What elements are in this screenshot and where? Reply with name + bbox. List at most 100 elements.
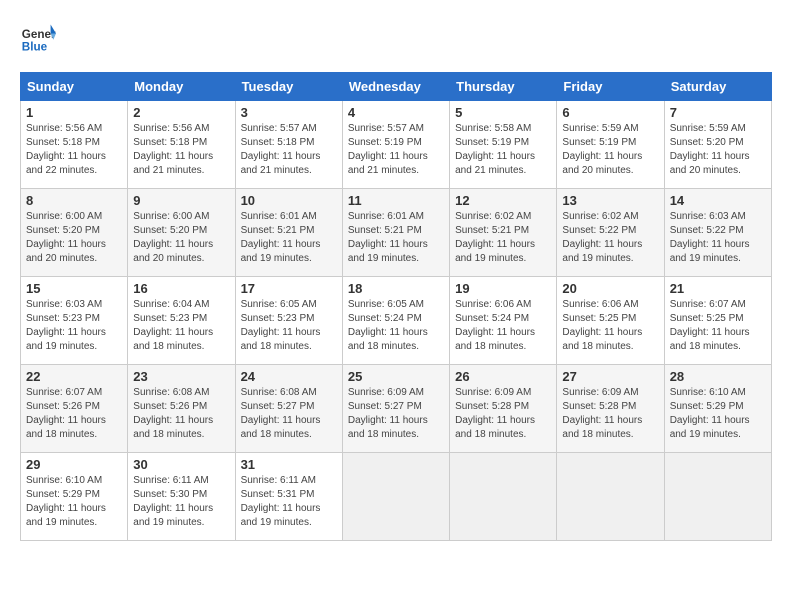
day-header-friday: Friday — [557, 73, 664, 101]
day-info: Sunrise: 6:08 AMSunset: 5:26 PMDaylight:… — [133, 386, 229, 442]
day-info: Sunrise: 6:05 AMSunset: 5:23 PMDaylight:… — [241, 298, 337, 354]
day-header-monday: Monday — [128, 73, 235, 101]
day-info: Sunrise: 6:10 AMSunset: 5:29 PMDaylight:… — [670, 386, 766, 442]
calendar-cell — [450, 453, 557, 541]
day-number: 11 — [348, 193, 444, 208]
day-number: 16 — [133, 281, 229, 296]
calendar-cell: 10 Sunrise: 6:01 AMSunset: 5:21 PMDayligh… — [235, 189, 342, 277]
day-info: Sunrise: 6:07 AMSunset: 5:25 PMDaylight:… — [670, 298, 766, 354]
day-info: Sunrise: 6:11 AMSunset: 5:30 PMDaylight:… — [133, 474, 229, 530]
day-number: 29 — [26, 457, 122, 472]
day-number: 27 — [562, 369, 658, 384]
day-info: Sunrise: 6:04 AMSunset: 5:23 PMDaylight:… — [133, 298, 229, 354]
day-number: 21 — [670, 281, 766, 296]
day-number: 24 — [241, 369, 337, 384]
calendar-week-row: 22 Sunrise: 6:07 AMSunset: 5:26 PMDayligh… — [21, 365, 772, 453]
day-number: 7 — [670, 105, 766, 120]
svg-text:Blue: Blue — [22, 41, 48, 54]
calendar-cell: 24Sunrise: 6:08 AMSunset: 5:27 PMDayligh… — [235, 365, 342, 453]
day-info: Sunrise: 6:09 AMSunset: 5:28 PMDaylight:… — [455, 386, 551, 442]
calendar-cell: 11 Sunrise: 6:01 AMSunset: 5:21 PMDayligh… — [342, 189, 449, 277]
calendar-cell: 1 Sunrise: 5:56 AMSunset: 5:18 PMDaylight… — [21, 101, 128, 189]
calendar-table: SundayMondayTuesdayWednesdayThursdayFrid… — [20, 72, 772, 541]
day-number: 12 — [455, 193, 551, 208]
day-header-saturday: Saturday — [664, 73, 771, 101]
day-info: Sunrise: 6:11 AMSunset: 5:31 PMDaylight:… — [241, 474, 337, 530]
day-number: 9 — [133, 193, 229, 208]
day-info: Sunrise: 5:57 AMSunset: 5:18 PMDaylight:… — [241, 122, 337, 178]
day-info: Sunrise: 5:59 AMSunset: 5:19 PMDaylight:… — [562, 122, 658, 178]
day-info: Sunrise: 6:01 AMSunset: 5:21 PMDaylight:… — [241, 210, 337, 266]
day-info: Sunrise: 6:00 AMSunset: 5:20 PMDaylight:… — [26, 210, 122, 266]
day-number: 18 — [348, 281, 444, 296]
calendar-cell: 17Sunrise: 6:05 AMSunset: 5:23 PMDayligh… — [235, 277, 342, 365]
day-number: 23 — [133, 369, 229, 384]
calendar-cell — [342, 453, 449, 541]
calendar-cell: 2Sunrise: 5:56 AMSunset: 5:18 PMDaylight… — [128, 101, 235, 189]
day-number: 22 — [26, 369, 122, 384]
calendar-cell: 31Sunrise: 6:11 AMSunset: 5:31 PMDayligh… — [235, 453, 342, 541]
day-info: Sunrise: 5:56 AMSunset: 5:18 PMDaylight:… — [26, 122, 122, 178]
calendar-cell: 9Sunrise: 6:00 AMSunset: 5:20 PMDaylight… — [128, 189, 235, 277]
page-header: General Blue — [20, 20, 772, 56]
calendar-cell: 27 Sunrise: 6:09 AMSunset: 5:28 PMDayligh… — [557, 365, 664, 453]
calendar-week-row: 15 Sunrise: 6:03 AMSunset: 5:23 PMDayligh… — [21, 277, 772, 365]
calendar-cell: 5 Sunrise: 5:58 AMSunset: 5:19 PMDaylight… — [450, 101, 557, 189]
calendar-cell: 22 Sunrise: 6:07 AMSunset: 5:26 PMDayligh… — [21, 365, 128, 453]
day-number: 8 — [26, 193, 122, 208]
day-number: 2 — [133, 105, 229, 120]
day-number: 14 — [670, 193, 766, 208]
day-number: 13 — [562, 193, 658, 208]
calendar-cell: 26Sunrise: 6:09 AMSunset: 5:28 PMDayligh… — [450, 365, 557, 453]
day-number: 15 — [26, 281, 122, 296]
day-number: 19 — [455, 281, 551, 296]
day-number: 6 — [562, 105, 658, 120]
calendar-cell — [664, 453, 771, 541]
day-info: Sunrise: 6:09 AMSunset: 5:27 PMDaylight:… — [348, 386, 444, 442]
calendar-cell: 7 Sunrise: 5:59 AMSunset: 5:20 PMDaylight… — [664, 101, 771, 189]
calendar-cell: 14 Sunrise: 6:03 AMSunset: 5:22 PMDayligh… — [664, 189, 771, 277]
calendar-cell: 25 Sunrise: 6:09 AMSunset: 5:27 PMDayligh… — [342, 365, 449, 453]
day-info: Sunrise: 6:07 AMSunset: 5:26 PMDaylight:… — [26, 386, 122, 442]
day-info: Sunrise: 6:09 AMSunset: 5:28 PMDaylight:… — [562, 386, 658, 442]
day-number: 25 — [348, 369, 444, 384]
day-info: Sunrise: 6:02 AMSunset: 5:22 PMDaylight:… — [562, 210, 658, 266]
day-header-thursday: Thursday — [450, 73, 557, 101]
day-info: Sunrise: 6:03 AMSunset: 5:23 PMDaylight:… — [26, 298, 122, 354]
calendar-cell: 21 Sunrise: 6:07 AMSunset: 5:25 PMDayligh… — [664, 277, 771, 365]
calendar-cell: 23 Sunrise: 6:08 AMSunset: 5:26 PMDayligh… — [128, 365, 235, 453]
day-number: 20 — [562, 281, 658, 296]
day-info: Sunrise: 5:59 AMSunset: 5:20 PMDaylight:… — [670, 122, 766, 178]
calendar-cell: 15 Sunrise: 6:03 AMSunset: 5:23 PMDayligh… — [21, 277, 128, 365]
day-info: Sunrise: 6:10 AMSunset: 5:29 PMDaylight:… — [26, 474, 122, 530]
calendar-cell: 19Sunrise: 6:06 AMSunset: 5:24 PMDayligh… — [450, 277, 557, 365]
calendar-cell: 8 Sunrise: 6:00 AMSunset: 5:20 PMDaylight… — [21, 189, 128, 277]
day-info: Sunrise: 6:01 AMSunset: 5:21 PMDaylight:… — [348, 210, 444, 266]
day-info: Sunrise: 5:58 AMSunset: 5:19 PMDaylight:… — [455, 122, 551, 178]
calendar-cell: 4Sunrise: 5:57 AMSunset: 5:19 PMDaylight… — [342, 101, 449, 189]
calendar-cell — [557, 453, 664, 541]
day-number: 28 — [670, 369, 766, 384]
calendar-cell: 3 Sunrise: 5:57 AMSunset: 5:18 PMDaylight… — [235, 101, 342, 189]
day-number: 1 — [26, 105, 122, 120]
calendar-cell: 18 Sunrise: 6:05 AMSunset: 5:24 PMDayligh… — [342, 277, 449, 365]
day-header-wednesday: Wednesday — [342, 73, 449, 101]
calendar-cell: 6 Sunrise: 5:59 AMSunset: 5:19 PMDaylight… — [557, 101, 664, 189]
day-info: Sunrise: 6:05 AMSunset: 5:24 PMDaylight:… — [348, 298, 444, 354]
day-info: Sunrise: 5:57 AMSunset: 5:19 PMDaylight:… — [348, 122, 444, 178]
calendar-cell: 13 Sunrise: 6:02 AMSunset: 5:22 PMDayligh… — [557, 189, 664, 277]
logo: General Blue — [20, 20, 56, 56]
day-header-tuesday: Tuesday — [235, 73, 342, 101]
day-info: Sunrise: 6:03 AMSunset: 5:22 PMDaylight:… — [670, 210, 766, 266]
calendar-week-row: 29 Sunrise: 6:10 AMSunset: 5:29 PMDayligh… — [21, 453, 772, 541]
day-number: 30 — [133, 457, 229, 472]
day-number: 3 — [241, 105, 337, 120]
day-info: Sunrise: 6:02 AMSunset: 5:21 PMDaylight:… — [455, 210, 551, 266]
day-number: 10 — [241, 193, 337, 208]
logo-icon: General Blue — [20, 20, 56, 56]
day-header-sunday: Sunday — [21, 73, 128, 101]
day-number: 5 — [455, 105, 551, 120]
calendar-cell: 30 Sunrise: 6:11 AMSunset: 5:30 PMDayligh… — [128, 453, 235, 541]
calendar-week-row: 8 Sunrise: 6:00 AMSunset: 5:20 PMDaylight… — [21, 189, 772, 277]
calendar-week-row: 1 Sunrise: 5:56 AMSunset: 5:18 PMDaylight… — [21, 101, 772, 189]
